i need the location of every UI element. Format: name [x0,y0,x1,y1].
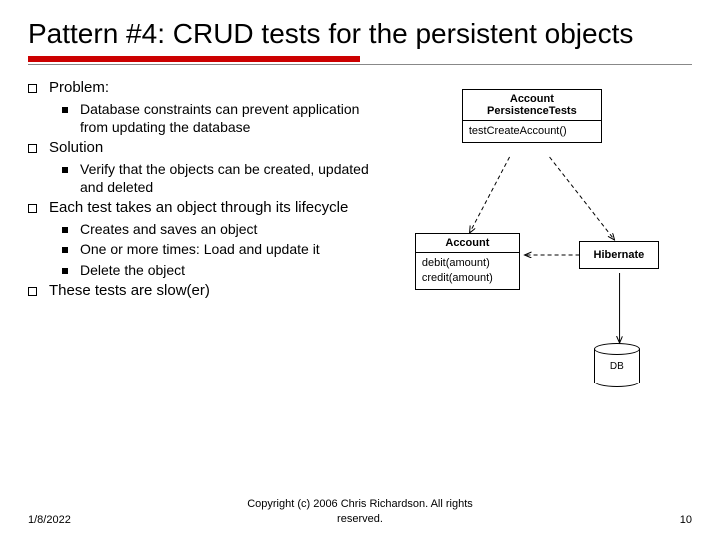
bullet-level2: Verify that the objects can be created, … [80,160,391,196]
bullet-level1: Solution [49,139,103,158]
database-icon: DB [594,343,640,387]
bullet-dot-icon [62,247,68,253]
uml-class-account: Account debit(amount) credit(amount) [415,233,520,290]
bullet-level1: These tests are slow(er) [49,282,210,301]
bullet-dot-icon [62,167,68,173]
uml-class-name: Account [416,234,519,252]
bullet-dot-icon [62,268,68,274]
uml-class-ops: testCreateAccount() [463,120,601,142]
footer-page-number: 10 [493,514,692,526]
bullet-level1: Problem: [49,79,109,98]
bullet-square-icon [28,84,37,93]
bullet-dot-icon [62,227,68,233]
uml-class-name: Account PersistenceTests [463,90,601,120]
page-title: Pattern #4: CRUD tests for the persisten… [28,18,692,50]
uml-class-ops: debit(amount) credit(amount) [416,252,519,289]
database-label: DB [594,361,640,372]
footer-copyright: Copyright (c) 2006 Chris Richardson. All… [227,497,493,526]
bullet-level2: Delete the object [80,261,185,279]
title-rule-thin [28,64,692,65]
footer: 1/8/2022 Copyright (c) 2006 Chris Richar… [0,497,720,526]
footer-date: 1/8/2022 [28,514,227,526]
title-rule-red [28,56,360,62]
bullet-level1: Each test takes an object through its li… [49,199,348,218]
uml-class-persistence-tests: Account PersistenceTests testCreateAccou… [462,89,602,143]
uml-class-hibernate: Hibernate [579,241,659,269]
bullet-dot-icon [62,107,68,113]
bullet-level2: One or more times: Load and update it [80,240,320,258]
bullet-level2: Database constraints can prevent applica… [80,100,391,136]
text-content: Problem: Database constraints can preven… [28,79,391,415]
bullet-square-icon [28,204,37,213]
bullet-square-icon [28,287,37,296]
bullet-level2: Creates and saves an object [80,220,257,238]
diagram: Account PersistenceTests testCreateAccou… [407,79,692,415]
bullet-square-icon [28,144,37,153]
uml-class-name: Hibernate [580,242,658,268]
